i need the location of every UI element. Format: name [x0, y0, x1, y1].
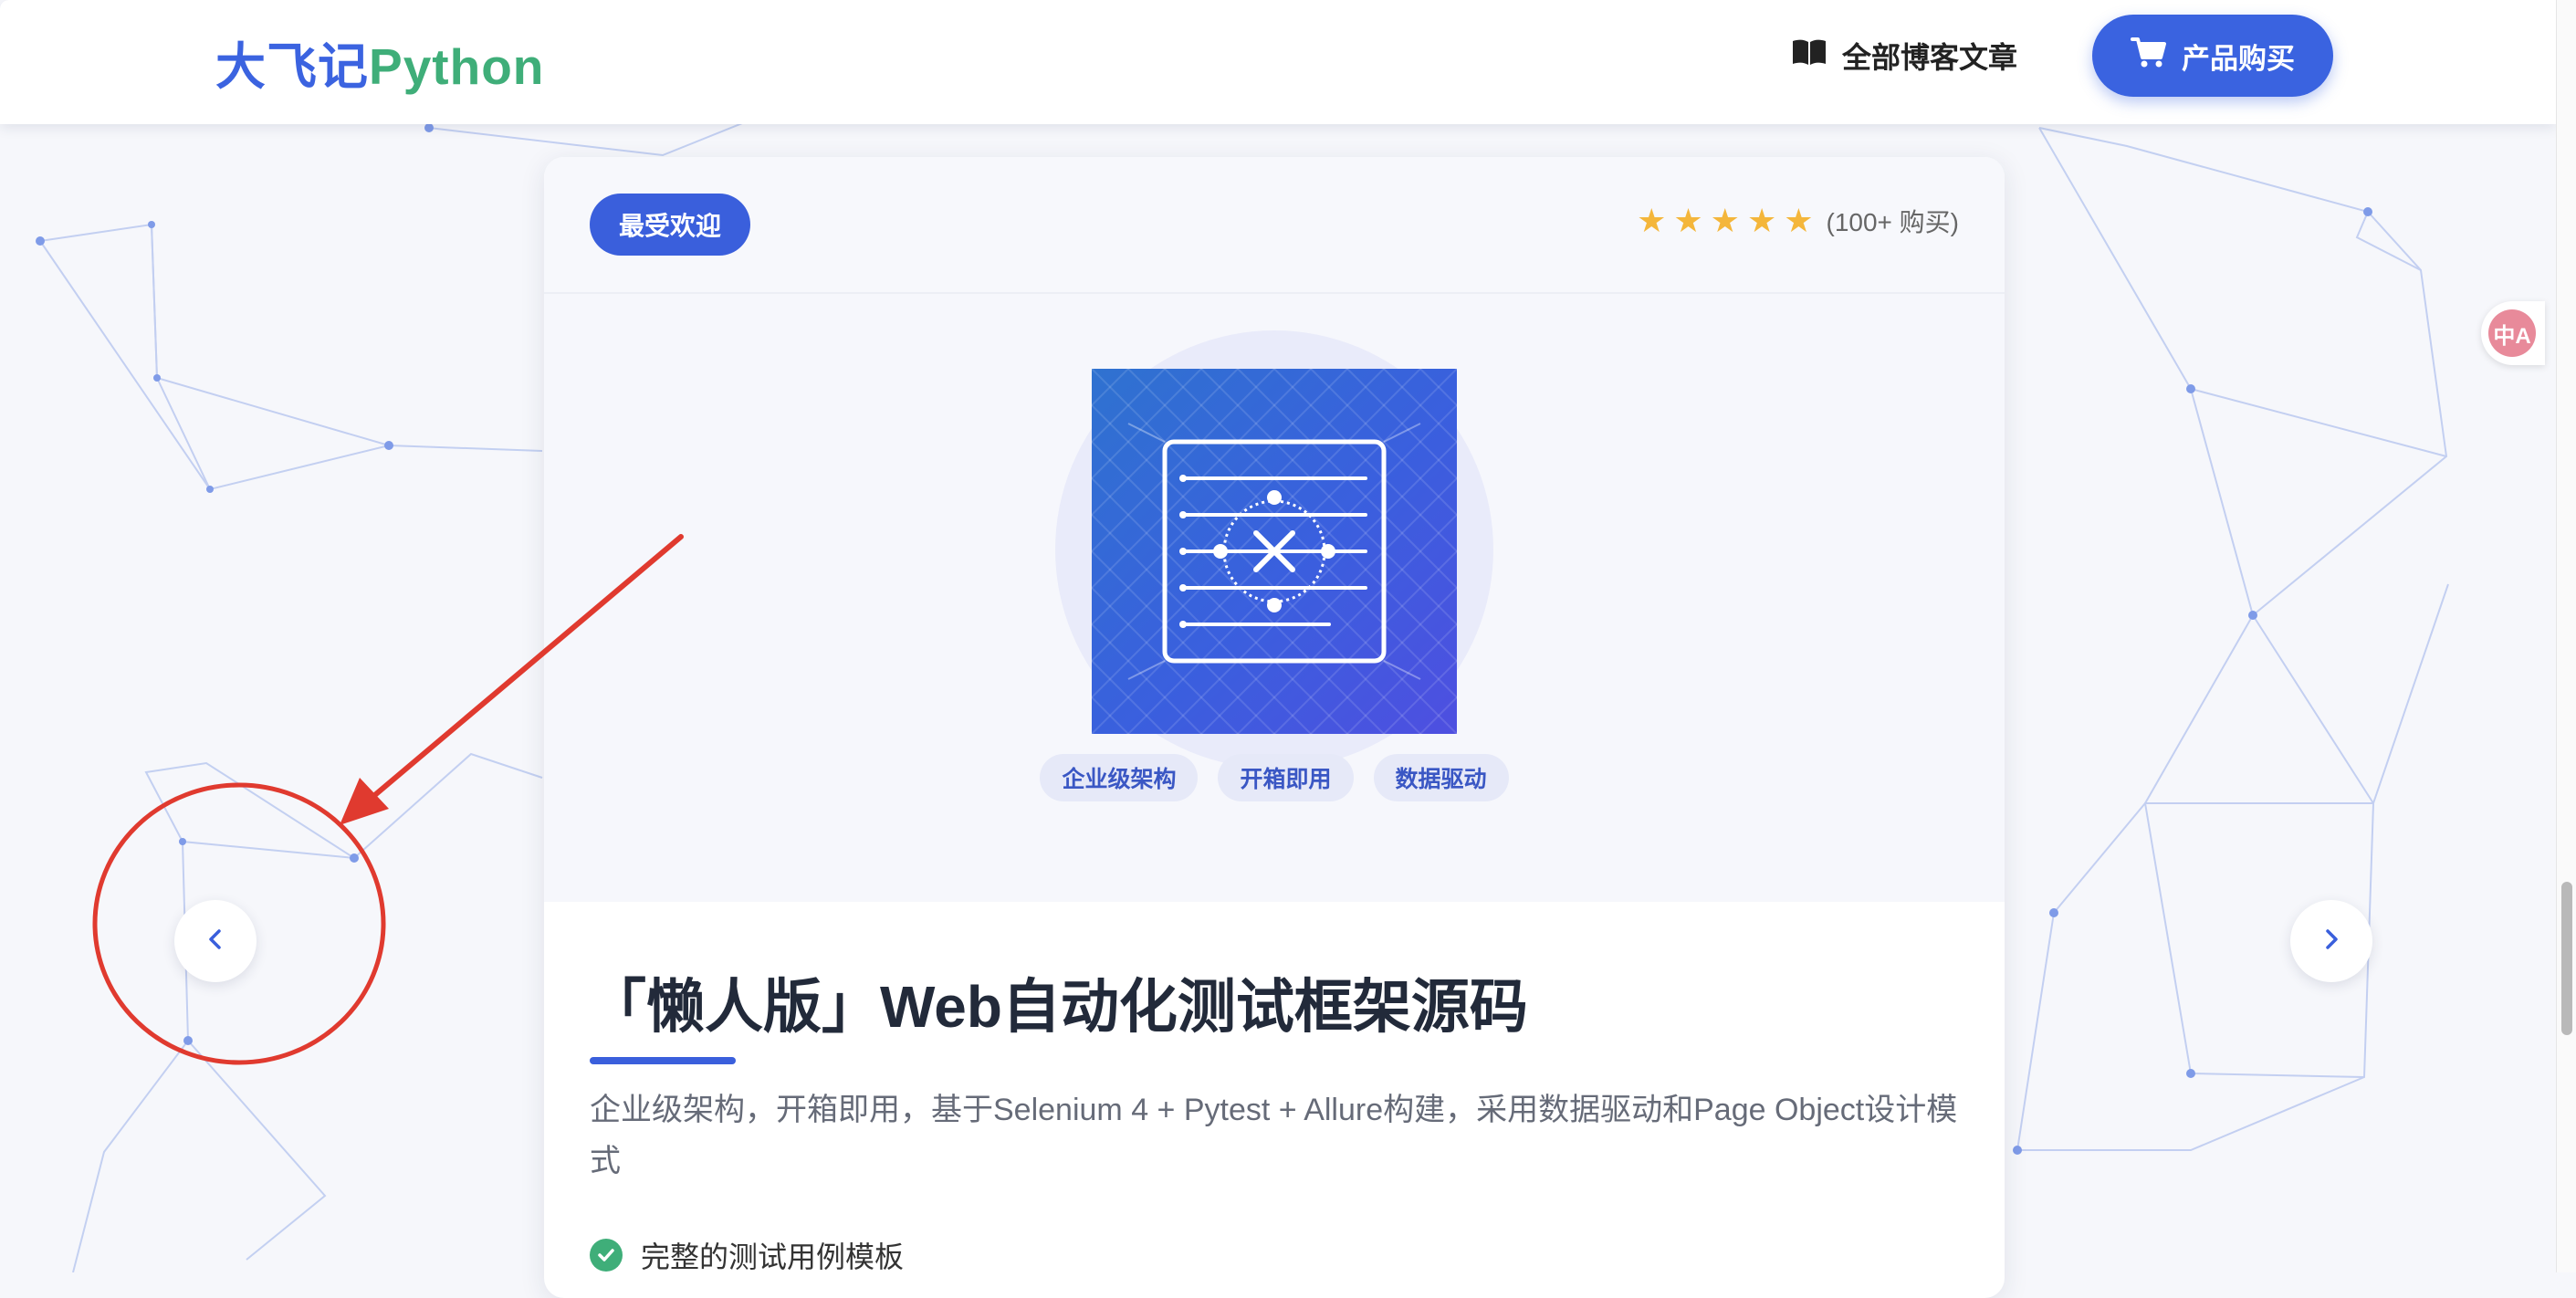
star-icon: ★	[1637, 202, 1667, 239]
star-icon: ★	[1710, 202, 1740, 239]
logo-python-text: Python	[369, 38, 545, 95]
site-logo[interactable]: 大飞记Python	[215, 26, 544, 99]
scrollbar-thumb[interactable]	[2561, 882, 2572, 1035]
card-header: 最受欢迎 ★ ★ ★ ★ ★ (100+ 购买)	[544, 157, 2005, 294]
tag-chip: 企业级架构	[1040, 754, 1199, 801]
nav-all-articles-label: 全部博客文章	[1842, 41, 2018, 74]
most-popular-badge: 最受欢迎	[590, 194, 750, 256]
product-media: 企业级架构 开箱即用 数据驱动	[544, 294, 2005, 902]
carousel-prev-button[interactable]	[174, 900, 257, 982]
star-icon: ★	[1746, 202, 1777, 239]
translate-icon: 中A	[2488, 309, 2536, 357]
product-title: 「懒人版」Web自动化测试框架源码	[588, 974, 1528, 1040]
shopping-cart-icon	[2131, 36, 2167, 76]
title-underline	[590, 1057, 736, 1064]
product-description: 企业级架构，开箱即用，基于Selenium 4 + Pytest + Allur…	[590, 1093, 1958, 1178]
purchase-count: (100+ 购买)	[1826, 208, 1960, 236]
product-card: 最受欢迎 ★ ★ ★ ★ ★ (100+ 购买) 企业级架构 开箱即用 数据驱动…	[544, 157, 2005, 1298]
check-circle-icon	[590, 1239, 623, 1272]
translate-widget[interactable]: 中A	[2481, 301, 2545, 365]
buy-product-label: 产品购买	[2182, 42, 2295, 75]
feature-item: 完整的测试用例模板	[590, 1234, 904, 1276]
logo-cn-text: 大飞记	[215, 38, 370, 95]
book-open-icon	[1791, 37, 1827, 74]
page-scrollbar[interactable]	[2556, 0, 2576, 1272]
framework-illustration-icon	[1092, 369, 1457, 734]
star-icon: ★	[1673, 202, 1703, 239]
feature-label: 完整的测试用例模板	[641, 1240, 905, 1273]
star-icon: ★	[1784, 202, 1814, 239]
product-image[interactable]	[1092, 369, 1457, 734]
site-header: 大飞记Python 全部博客文章 产品购买	[0, 0, 2556, 124]
nav-all-articles-link[interactable]: 全部博客文章	[1791, 35, 2017, 77]
chevron-right-icon	[2318, 926, 2345, 958]
tag-list: 企业级架构 开箱即用 数据驱动	[544, 754, 2005, 801]
chevron-left-icon	[202, 926, 229, 958]
rating: ★ ★ ★ ★ ★ (100+ 购买)	[1637, 203, 1959, 239]
tag-chip: 开箱即用	[1218, 754, 1354, 801]
tag-chip: 数据驱动	[1373, 754, 1509, 801]
carousel-next-button[interactable]	[2290, 900, 2372, 982]
buy-product-button[interactable]: 产品购买	[2092, 15, 2333, 97]
